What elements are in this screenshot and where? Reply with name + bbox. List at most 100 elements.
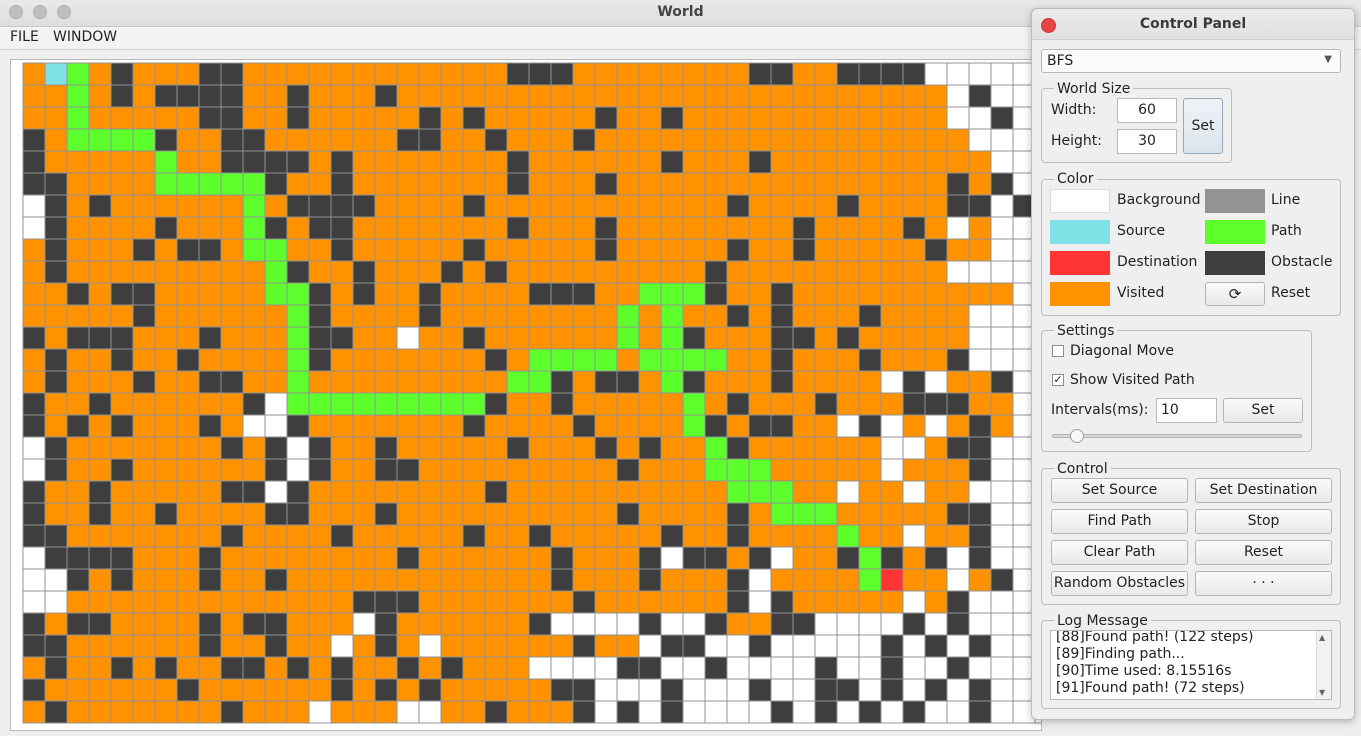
visited-cell[interactable] <box>154 62 178 86</box>
visited-cell[interactable] <box>506 348 530 372</box>
empty-cell[interactable] <box>660 656 684 680</box>
visited-cell[interactable] <box>990 392 1014 416</box>
empty-cell[interactable] <box>902 656 926 680</box>
obstacle-cell[interactable] <box>484 260 508 284</box>
obstacle-cell[interactable] <box>132 238 156 262</box>
visited-cell[interactable] <box>396 62 420 86</box>
path-cell[interactable] <box>88 128 112 152</box>
visited-cell[interactable] <box>176 634 200 658</box>
visited-cell[interactable] <box>704 326 728 350</box>
visited-cell[interactable] <box>440 348 464 372</box>
visited-cell[interactable] <box>506 84 530 108</box>
visited-cell[interactable] <box>66 348 90 372</box>
visited-cell[interactable] <box>110 436 134 460</box>
set-destination-button[interactable]: Set Destination <box>1195 478 1332 503</box>
visited-cell[interactable] <box>176 106 200 130</box>
empty-cell[interactable] <box>264 414 288 438</box>
visited-cell[interactable] <box>682 260 706 284</box>
path-cell[interactable] <box>110 128 134 152</box>
visited-cell[interactable] <box>638 150 662 174</box>
visited-cell[interactable] <box>836 502 860 526</box>
obstacle-cell[interactable] <box>770 304 794 328</box>
visited-cell[interactable] <box>88 216 112 240</box>
visited-cell[interactable] <box>792 546 816 570</box>
visited-cell[interactable] <box>616 84 640 108</box>
visited-cell[interactable] <box>220 458 244 482</box>
visited-cell[interactable] <box>814 260 838 284</box>
empty-cell[interactable] <box>990 238 1014 262</box>
visited-cell[interactable] <box>462 348 486 372</box>
visited-cell[interactable] <box>286 678 310 702</box>
visited-cell[interactable] <box>22 656 46 680</box>
visited-cell[interactable] <box>176 194 200 218</box>
visited-cell[interactable] <box>770 524 794 548</box>
visited-cell[interactable] <box>396 84 420 108</box>
empty-cell[interactable] <box>880 370 904 394</box>
empty-cell[interactable] <box>704 634 728 658</box>
visited-cell[interactable] <box>506 634 530 658</box>
visited-cell[interactable] <box>572 260 596 284</box>
obstacle-cell[interactable] <box>858 348 882 372</box>
visited-cell[interactable] <box>374 62 398 86</box>
visited-cell[interactable] <box>88 260 112 284</box>
empty-cell[interactable] <box>330 634 354 658</box>
empty-cell[interactable] <box>902 480 926 504</box>
empty-cell[interactable] <box>990 656 1014 680</box>
empty-cell[interactable] <box>990 524 1014 548</box>
visited-cell[interactable] <box>726 150 750 174</box>
visited-cell[interactable] <box>132 524 156 548</box>
visited-cell[interactable] <box>220 326 244 350</box>
visited-cell[interactable] <box>484 436 508 460</box>
visited-cell[interactable] <box>110 480 134 504</box>
empty-cell[interactable] <box>814 634 838 658</box>
visited-cell[interactable] <box>44 414 68 438</box>
empty-cell[interactable] <box>902 678 926 702</box>
path-cell[interactable] <box>418 392 442 416</box>
visited-cell[interactable] <box>638 62 662 86</box>
visited-cell[interactable] <box>418 370 442 394</box>
obstacle-cell[interactable] <box>704 282 728 306</box>
visited-cell[interactable] <box>462 172 486 196</box>
show-visited-checkbox[interactable]: ✓ <box>1052 374 1064 386</box>
visited-cell[interactable] <box>110 678 134 702</box>
obstacle-cell[interactable] <box>572 590 596 614</box>
visited-cell[interactable] <box>638 326 662 350</box>
empty-cell[interactable] <box>616 612 640 636</box>
visited-cell[interactable] <box>396 414 420 438</box>
obstacle-cell[interactable] <box>176 238 200 262</box>
empty-cell[interactable] <box>792 700 816 724</box>
visited-cell[interactable] <box>374 524 398 548</box>
obstacle-cell[interactable] <box>110 348 134 372</box>
visited-cell[interactable] <box>836 370 860 394</box>
visited-cell[interactable] <box>352 216 376 240</box>
visited-cell[interactable] <box>374 128 398 152</box>
obstacle-cell[interactable] <box>66 568 90 592</box>
visited-cell[interactable] <box>594 84 618 108</box>
path-cell[interactable] <box>660 282 684 306</box>
visited-cell[interactable] <box>242 370 266 394</box>
visited-cell[interactable] <box>572 172 596 196</box>
visited-cell[interactable] <box>484 502 508 526</box>
obstacle-cell[interactable] <box>132 370 156 394</box>
empty-cell[interactable] <box>990 348 1014 372</box>
visited-cell[interactable] <box>748 612 772 636</box>
visited-cell[interactable] <box>748 260 772 284</box>
visited-cell[interactable] <box>836 128 860 152</box>
visited-cell[interactable] <box>308 128 332 152</box>
visited-cell[interactable] <box>638 370 662 394</box>
find-path-button[interactable]: Find Path <box>1051 509 1188 534</box>
obstacle-cell[interactable] <box>330 678 354 702</box>
visited-cell[interactable] <box>330 700 354 724</box>
visited-cell[interactable] <box>264 62 288 86</box>
visited-cell[interactable] <box>770 568 794 592</box>
visited-cell[interactable] <box>374 260 398 284</box>
visited-cell[interactable] <box>286 700 310 724</box>
obstacle-cell[interactable] <box>704 546 728 570</box>
visited-cell[interactable] <box>286 172 310 196</box>
obstacle-cell[interactable] <box>66 546 90 570</box>
path-cell[interactable] <box>616 326 640 350</box>
visited-cell[interactable] <box>572 194 596 218</box>
path-cell[interactable] <box>550 348 574 372</box>
visited-cell[interactable] <box>176 590 200 614</box>
visited-cell[interactable] <box>660 458 684 482</box>
